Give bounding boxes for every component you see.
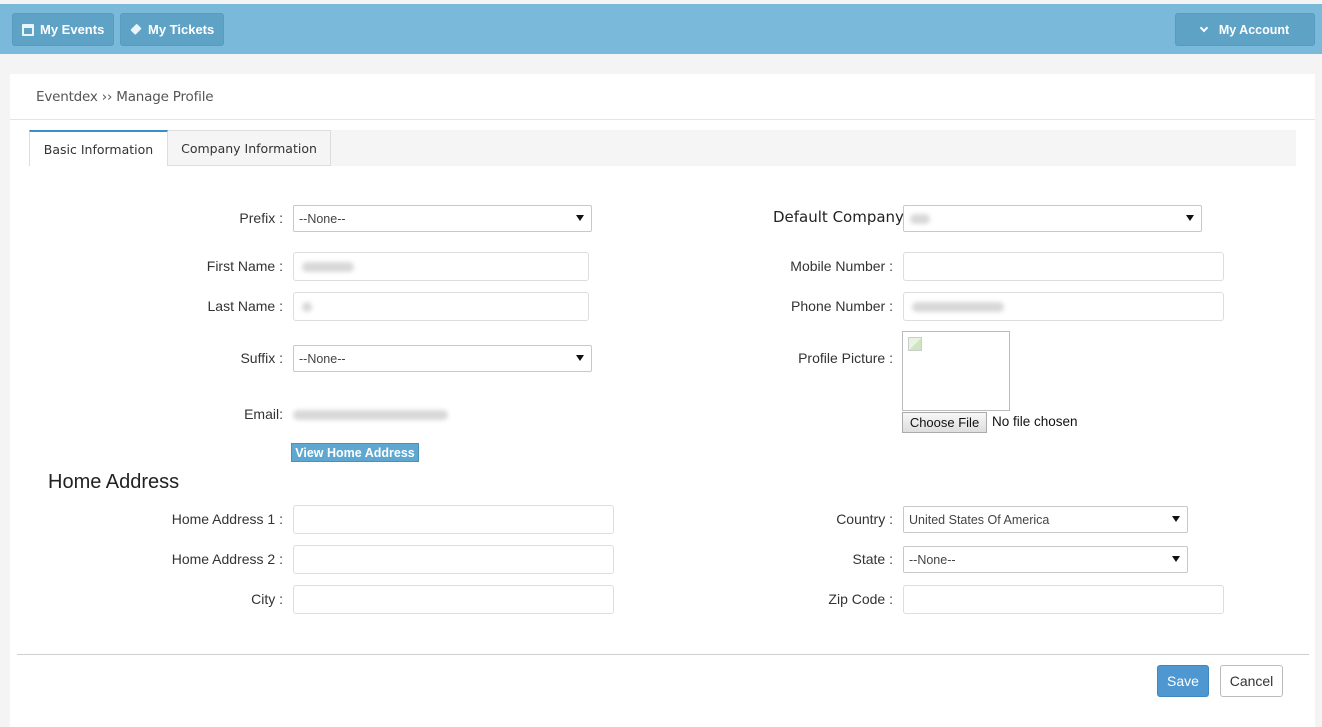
save-button[interactable]: Save	[1157, 665, 1209, 697]
state-value: --None--	[909, 552, 956, 567]
footer-divider	[17, 654, 1309, 655]
home-address-heading: Home Address	[48, 471, 180, 493]
phone-number-input[interactable]	[903, 292, 1224, 321]
suffix-select[interactable]: --None--	[293, 345, 592, 372]
zip-code-input[interactable]	[903, 585, 1224, 614]
redacted-value	[302, 302, 312, 312]
last-name-input[interactable]	[293, 292, 589, 321]
tab-company-information[interactable]: Company Information	[168, 130, 331, 166]
divider	[10, 119, 1315, 120]
city-label: City :	[251, 591, 283, 607]
my-tickets-label: My Tickets	[148, 22, 215, 37]
last-name-label: Last Name :	[207, 298, 283, 314]
manage-profile-panel: Eventdex ›› Manage Profile Basic Informa…	[10, 74, 1315, 727]
home-address-2-input[interactable]	[293, 545, 614, 574]
chevron-down-icon	[1199, 23, 1209, 32]
top-navigation-bar: My Events My Tickets My Account	[0, 4, 1322, 54]
dropdown-arrow-icon	[1172, 516, 1180, 522]
first-name-label: First Name :	[206, 258, 283, 274]
zip-code-label: Zip Code :	[828, 591, 893, 607]
redacted-value	[910, 214, 930, 224]
home-address-1-input[interactable]	[293, 505, 614, 534]
email-value-redacted	[293, 410, 448, 420]
country-label: Country :	[836, 511, 893, 527]
email-label: Email:	[244, 406, 283, 422]
broken-image-icon	[908, 337, 922, 351]
suffix-label: Suffix :	[240, 350, 283, 366]
calendar-icon	[22, 23, 34, 36]
cancel-button[interactable]: Cancel	[1220, 665, 1283, 697]
file-status-text: No file chosen	[992, 414, 1078, 429]
dropdown-arrow-icon	[1186, 215, 1194, 221]
home-address-1-label: Home Address 1 :	[171, 511, 283, 527]
phone-number-label: Phone Number :	[791, 298, 893, 314]
city-input[interactable]	[293, 585, 614, 614]
breadcrumb: Eventdex ›› Manage Profile	[36, 89, 214, 105]
my-events-button[interactable]: My Events	[12, 13, 115, 46]
profile-picture-preview	[902, 331, 1010, 411]
choose-file-button[interactable]: Choose File	[902, 412, 987, 433]
country-value: United States Of America	[909, 512, 1050, 527]
first-name-input[interactable]	[293, 252, 589, 281]
view-home-address-button[interactable]: View Home Address	[291, 443, 419, 462]
dropdown-arrow-icon	[1172, 556, 1180, 562]
redacted-value	[912, 302, 1004, 312]
state-label: State :	[852, 551, 893, 567]
mobile-number-label: Mobile Number :	[790, 258, 893, 274]
default-company-select[interactable]	[903, 205, 1202, 232]
default-company-label: Default Company:	[773, 208, 908, 226]
mobile-number-input[interactable]	[903, 252, 1224, 281]
prefix-select[interactable]: --None--	[293, 205, 592, 232]
my-account-button[interactable]: My Account	[1175, 13, 1315, 46]
country-select[interactable]: United States Of America	[903, 506, 1188, 533]
suffix-value: --None--	[299, 351, 346, 366]
profile-picture-label: Profile Picture :	[798, 350, 893, 366]
home-address-2-label: Home Address 2 :	[171, 551, 283, 567]
prefix-value: --None--	[299, 211, 346, 226]
tab-basic-information[interactable]: Basic Information	[29, 130, 168, 166]
prefix-label: Prefix :	[239, 210, 283, 226]
my-tickets-button[interactable]: My Tickets	[120, 13, 225, 46]
profile-tabs: Basic Information Company Information	[29, 130, 1296, 166]
my-events-label: My Events	[40, 22, 105, 37]
my-account-label: My Account	[1218, 22, 1290, 37]
state-select[interactable]: --None--	[903, 546, 1188, 573]
ticket-icon	[128, 21, 145, 38]
dropdown-arrow-icon	[576, 355, 584, 361]
redacted-value	[302, 262, 354, 272]
dropdown-arrow-icon	[576, 215, 584, 221]
